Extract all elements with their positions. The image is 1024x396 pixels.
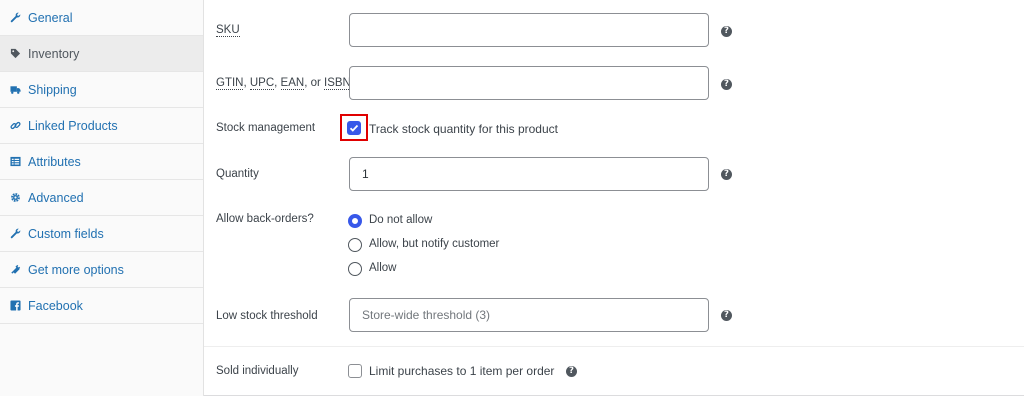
plugin-icon xyxy=(9,264,21,276)
product-data-panel: General Inventory Shipping Linked Produc… xyxy=(0,0,1024,396)
tab-get-more-options[interactable]: Get more options xyxy=(0,252,203,288)
tab-label: Shipping xyxy=(28,82,77,97)
section-divider xyxy=(204,346,1024,347)
help-icon[interactable]: ? xyxy=(721,310,732,321)
inventory-form: SKU ? GTIN, UPC, EAN, or ISBN ? Stock ma… xyxy=(204,0,1024,396)
sku-label: SKU xyxy=(216,24,240,37)
manage-stock-checkbox[interactable] xyxy=(347,121,361,135)
help-icon[interactable]: ? xyxy=(721,79,732,90)
tab-facebook[interactable]: Facebook xyxy=(0,288,203,324)
tab-label: General xyxy=(28,10,73,25)
tab-linked-products[interactable]: Linked Products xyxy=(0,108,203,144)
backorders-radio-yes[interactable] xyxy=(348,262,362,276)
sold-individually-checkbox[interactable] xyxy=(348,364,362,378)
tab-general[interactable]: General xyxy=(0,0,203,36)
truck-icon xyxy=(9,84,21,96)
tag-icon xyxy=(9,48,21,60)
wrench-icon xyxy=(9,12,21,24)
stock-management-label: Stock management xyxy=(216,122,316,134)
tab-attributes[interactable]: Attributes xyxy=(0,144,203,180)
manage-stock-text: Track stock quantity for this product xyxy=(369,122,558,136)
sold-individually-text: Limit purchases to 1 item per order xyxy=(369,364,555,378)
tab-label: Facebook xyxy=(28,298,83,313)
low-stock-input[interactable] xyxy=(349,298,709,332)
tab-label: Custom fields xyxy=(28,226,104,241)
facebook-icon xyxy=(9,300,21,312)
backorders-radio-notify[interactable] xyxy=(348,238,362,252)
quantity-label: Quantity xyxy=(216,168,259,180)
wrench-icon xyxy=(9,228,21,240)
product-data-tabs: General Inventory Shipping Linked Produc… xyxy=(0,0,204,396)
quantity-input[interactable] xyxy=(349,157,709,191)
tab-label: Attributes xyxy=(28,154,81,169)
backorders-radio-no[interactable] xyxy=(348,214,362,228)
tab-inventory[interactable]: Inventory xyxy=(0,36,203,72)
link-icon xyxy=(9,120,21,132)
help-icon[interactable]: ? xyxy=(721,169,732,180)
tab-label: Inventory xyxy=(28,46,80,61)
tab-shipping[interactable]: Shipping xyxy=(0,72,203,108)
gtin-label: GTIN, UPC, EAN, or ISBN xyxy=(216,77,351,90)
sold-individually-label: Sold individually xyxy=(216,365,299,377)
backorders-label: Allow back-orders? xyxy=(216,213,314,225)
tab-advanced[interactable]: Advanced xyxy=(0,180,203,216)
tab-label: Advanced xyxy=(28,190,84,205)
help-icon[interactable]: ? xyxy=(721,26,732,37)
sku-input[interactable] xyxy=(349,13,709,47)
backorders-option-label: Allow xyxy=(369,262,397,274)
backorders-option-label: Do not allow xyxy=(369,214,433,226)
help-icon[interactable]: ? xyxy=(566,366,577,377)
gear-icon xyxy=(9,192,21,204)
tab-label: Linked Products xyxy=(28,118,118,133)
tab-label: Get more options xyxy=(28,262,124,277)
low-stock-label: Low stock threshold xyxy=(216,310,318,322)
gtin-input[interactable] xyxy=(349,66,709,100)
backorders-option-label: Allow, but notify customer xyxy=(369,238,500,250)
list-icon xyxy=(9,156,21,168)
tab-custom-fields[interactable]: Custom fields xyxy=(0,216,203,252)
